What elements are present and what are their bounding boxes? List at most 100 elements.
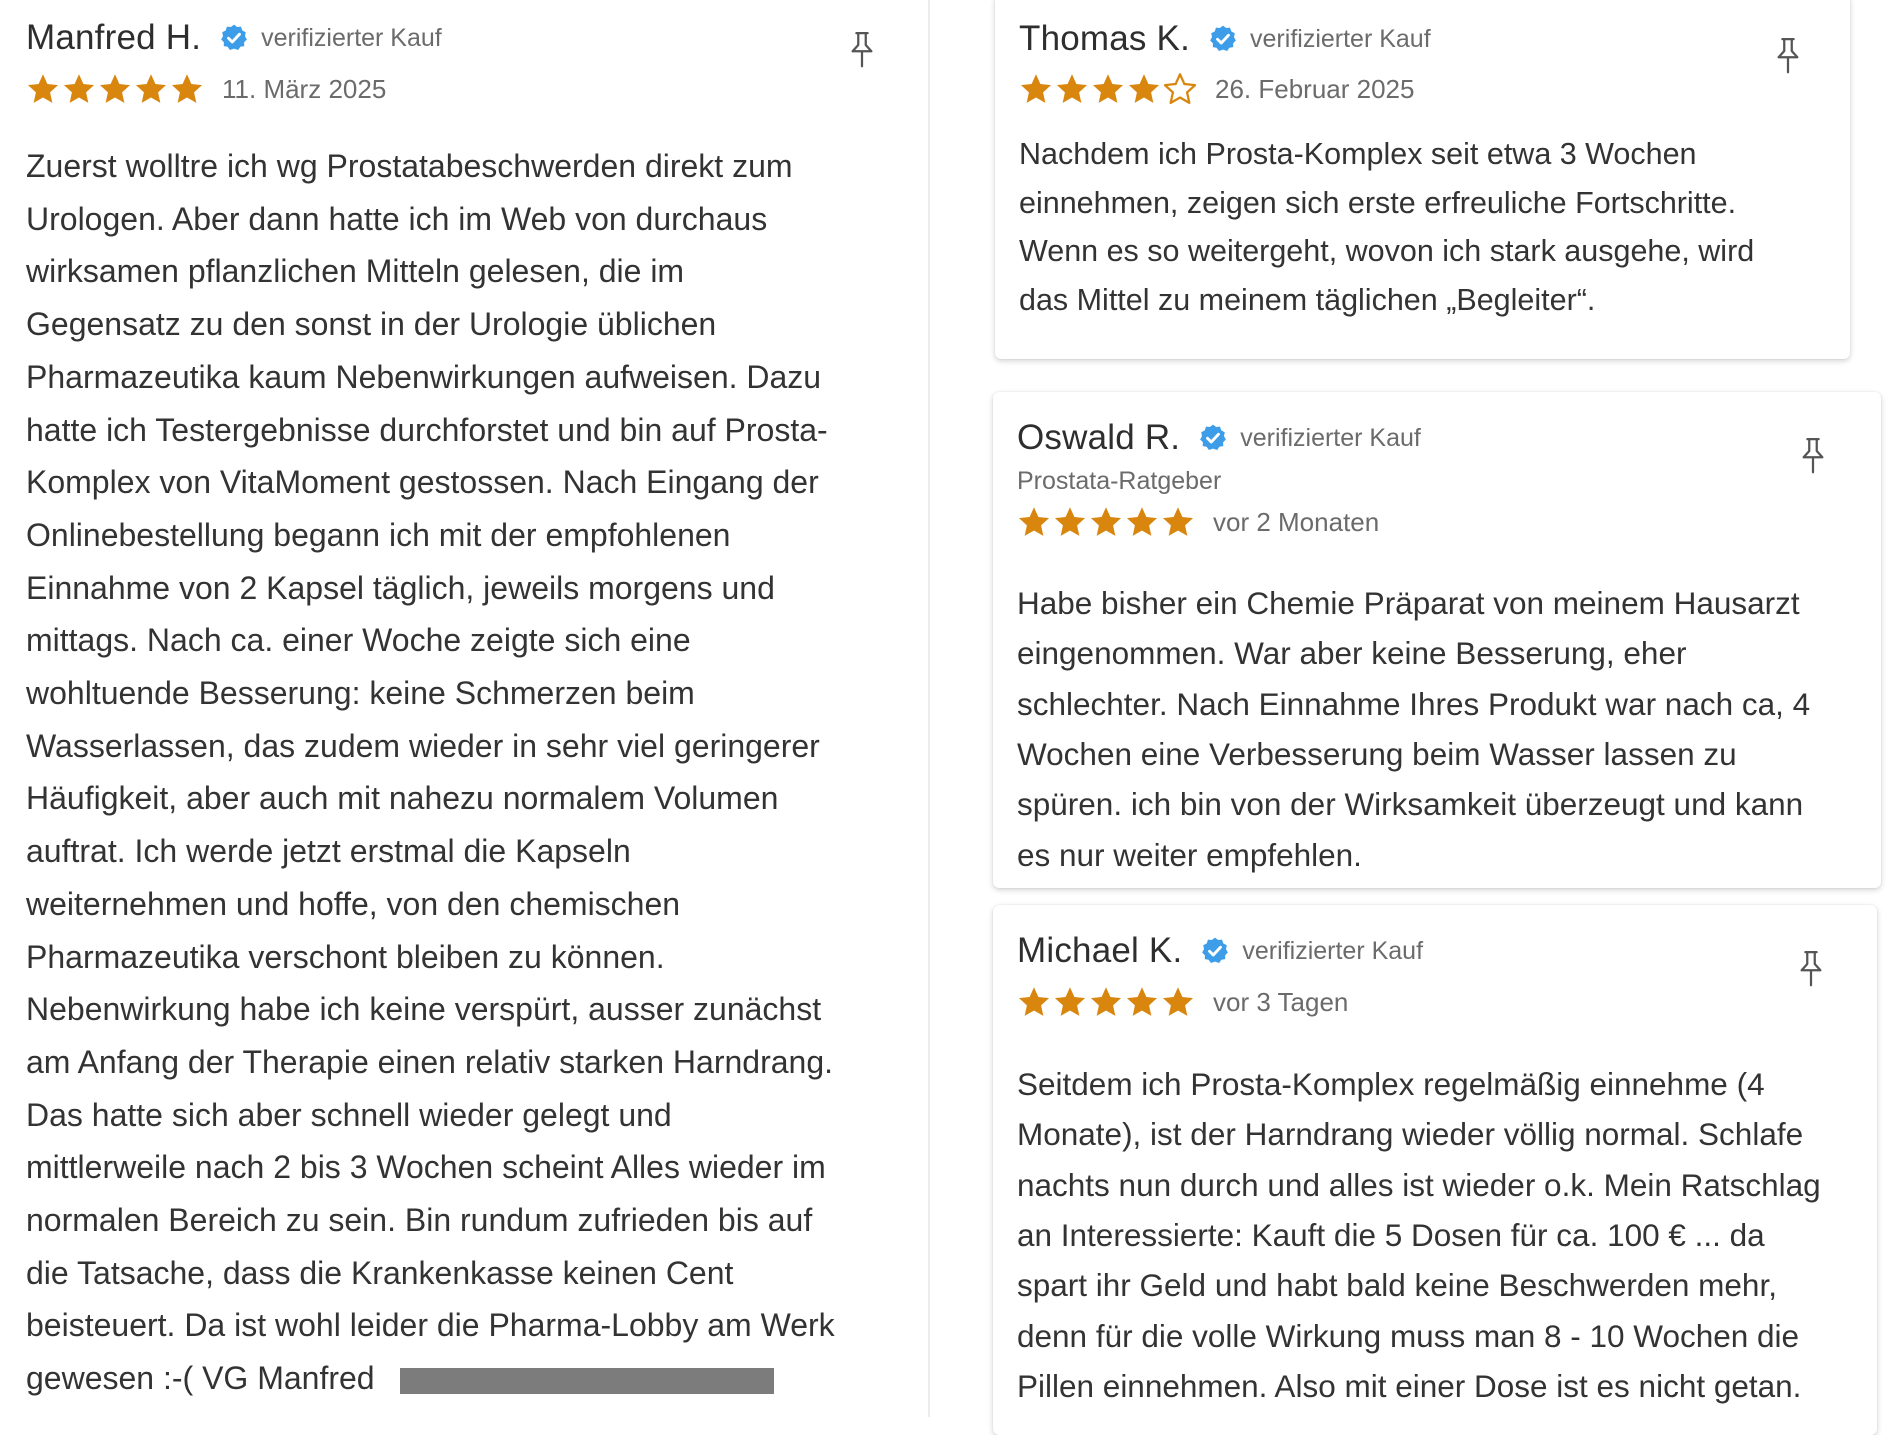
pin-icon[interactable] (1798, 436, 1828, 476)
star-filled-icon (1017, 985, 1051, 1019)
review-text-line: nachts nun durch und alles ist wieder o.… (1017, 1166, 1821, 1203)
column-divider (928, 0, 930, 1417)
review-text-line: Pharmazeutika verschont bleiben zu könne… (26, 938, 665, 975)
star-empty-icon (1163, 72, 1197, 106)
star-filled-icon (1091, 72, 1125, 106)
review-text-line: Nachdem ich Prosta-Komplex seit etwa 3 W… (1019, 137, 1697, 171)
rating-row: vor 3 Tagen (1017, 985, 1348, 1019)
review-text-line: hatte ich Testergebnisse durchforstet un… (26, 411, 828, 448)
review-text-line: Einnahme von 2 Kapsel täglich, jeweils m… (26, 569, 775, 606)
pin-icon[interactable] (1796, 949, 1826, 989)
rating-row: vor 2 Monaten (1017, 505, 1379, 539)
star-filled-icon (1089, 505, 1123, 539)
star-filled-icon (1125, 505, 1159, 539)
reviewer-name: Thomas K. (1019, 19, 1191, 58)
review-text-line: Wasserlassen, das zudem wieder in sehr v… (26, 727, 820, 764)
pin-icon[interactable] (847, 30, 877, 70)
review-oswald: Oswald R. verifizierter Kauf Prostata-Ra… (993, 392, 1881, 888)
review-text-line: wirksamen pflanzlichen Mitteln gelesen, … (26, 253, 685, 290)
review-text-line: weiternehmen und hoffe, von den chemisch… (26, 885, 681, 922)
review-header: Manfred H. verifizierter Kauf (26, 18, 442, 58)
star-rating (1019, 72, 1199, 106)
review-text-line: an Interessierte: Kauft die 5 Dosen für … (1017, 1216, 1765, 1253)
verified-badge-icon (1198, 423, 1228, 453)
verified-purchase-label: verifizierter Kauf (1250, 24, 1431, 53)
review-michael: Michael K. verifizierter Kauf vor 3 Tage… (993, 905, 1877, 1435)
review-date: vor 3 Tagen (1213, 986, 1349, 1017)
review-text-line: einnehmen, zeigen sich erste erfreuliche… (1019, 185, 1737, 220)
review-text-line: Monate), ist der Harndrang wieder völlig… (1017, 1116, 1804, 1153)
verified-purchase-label: verifizierter Kauf (261, 23, 442, 52)
star-filled-icon (134, 72, 168, 106)
review-text-line: Pharmazeutika kaum Nebenwirkungen aufwei… (26, 358, 822, 395)
review-text-line: eingenommen. War aber keine Besserung, e… (1017, 635, 1687, 672)
review-text-line: Wochen eine Verbesserung beim Wasser las… (1017, 735, 1737, 772)
review-text-line: mittags. Nach ca. einer Woche zeigte sic… (26, 622, 691, 659)
review-date: 26. Februar 2025 (1215, 73, 1415, 104)
star-filled-icon (26, 72, 60, 106)
star-filled-icon (98, 72, 132, 106)
star-filled-icon (1019, 72, 1053, 106)
rating-row: 26. Februar 2025 (1019, 72, 1414, 106)
review-manfred: Manfred H. verifizierter Kauf 11. März 2… (0, 0, 925, 1417)
review-text-line: spüren. ich bin von der Wirksamkeit über… (1017, 786, 1804, 823)
review-text-line: auftrat. Ich werde jetzt erstmal die Kap… (26, 833, 631, 870)
reviewer-subtitle: Prostata-Ratgeber (1017, 467, 1222, 495)
review-text-line: Zuerst wolltre ich wg Prostatabeschwerde… (26, 148, 793, 184)
star-filled-icon (1161, 505, 1195, 539)
star-rating (1017, 985, 1197, 1019)
review-text-line: Das hatte sich aber schnell wieder geleg… (26, 1096, 672, 1133)
review-text-line: die Tatsache, dass die Krankenkasse kein… (26, 1254, 734, 1291)
star-rating (26, 72, 206, 106)
verified-badge-icon (1200, 936, 1230, 966)
review-text-line: spart ihr Geld und habt bald keine Besch… (1017, 1267, 1777, 1304)
star-filled-icon (1053, 985, 1087, 1019)
review-thomas: Thomas K. verifizierter Kauf 26. Februar… (995, 0, 1850, 359)
pin-icon[interactable] (1773, 36, 1803, 76)
verified-badge-icon (219, 23, 249, 53)
review-text-line: denn für die volle Wirkung muss man 8 - … (1017, 1317, 1800, 1354)
review-text-line: Häufigkeit, aber auch mit nahezu normale… (26, 780, 779, 817)
review-date: 11. März 2025 (222, 73, 387, 104)
review-text-line: normalen Bereich zu sein. Bin rundum zuf… (26, 1202, 813, 1238)
review-header: Thomas K. verifizierter Kauf (1019, 19, 1431, 59)
review-text-line: schlechter. Nach Einnahme Ihres Produkt … (1017, 685, 1811, 722)
review-text-line: gewesen :-( VG Manfred (26, 1360, 375, 1397)
star-filled-icon (1127, 72, 1161, 106)
review-text-line: Onlinebestellung begann ich mit der empf… (26, 516, 731, 553)
review-text-line: Seitdem ich Prosta-Komplex regelmäßig ei… (1017, 1066, 1765, 1102)
review-text-line: Habe bisher ein Chemie Präparat von mein… (1017, 585, 1800, 621)
review-text-line: Urologen. Aber dann hatte ich im Web von… (26, 200, 768, 237)
star-filled-icon (1089, 985, 1123, 1019)
review-text-line: Pillen einnehmen. Also mit einer Dose is… (1017, 1367, 1802, 1404)
review-text-line: Wenn es so weitergeht, wovon ich stark a… (1019, 234, 1755, 269)
reviewer-name: Manfred H. (26, 18, 202, 57)
review-text-line: wohltuende Besserung: keine Schmerzen be… (26, 675, 695, 711)
review-text-line: Nebenwirkung habe ich keine verspürt, au… (26, 991, 822, 1028)
review-header: Oswald R. verifizierter Kauf (1017, 418, 1421, 458)
review-text-line: am Anfang der Therapie einen relativ sta… (26, 1043, 833, 1080)
star-filled-icon (1055, 72, 1089, 106)
verified-purchase-label: verifizierter Kauf (1240, 423, 1421, 452)
review-header: Michael K. verifizierter Kauf (1017, 931, 1423, 971)
star-filled-icon (1017, 505, 1051, 539)
verified-badge-icon (1208, 24, 1238, 54)
star-filled-icon (170, 72, 204, 106)
redaction-bar (400, 1368, 774, 1394)
rating-row: 11. März 2025 (26, 72, 386, 106)
star-filled-icon (1053, 505, 1087, 539)
star-filled-icon (1161, 985, 1195, 1019)
star-filled-icon (62, 72, 96, 106)
reviewer-name: Oswald R. (1017, 418, 1181, 457)
verified-purchase-label: verifizierter Kauf (1242, 936, 1424, 965)
reviewer-name: Michael K. (1017, 931, 1183, 970)
star-filled-icon (1125, 985, 1159, 1019)
review-text-line: mittlerweile nach 2 bis 3 Wochen scheint… (26, 1149, 826, 1186)
review-text-line: das Mittel zu meinem täglichen „Begleite… (1019, 283, 1596, 318)
review-text-line: es nur weiter empfehlen. (1017, 836, 1362, 873)
star-rating (1017, 505, 1197, 539)
review-date: vor 2 Monaten (1213, 506, 1380, 537)
review-text-line: beisteuert. Da ist wohl leider die Pharm… (26, 1307, 835, 1344)
review-text-line: Gegensatz zu den sonst in der Urologie ü… (26, 306, 717, 343)
review-text-line: Komplex von VitaMoment gestossen. Nach E… (26, 464, 819, 501)
